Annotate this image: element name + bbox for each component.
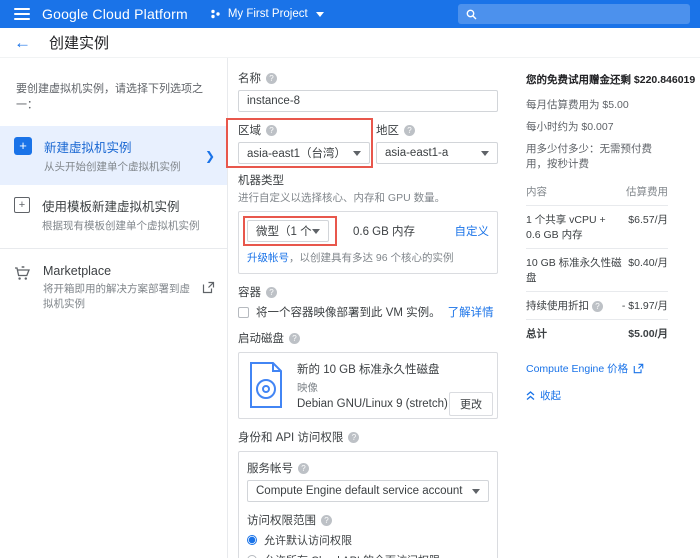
cost-row-disk: 10 GB 标准永久性磁盘 $0.40/月 <box>526 249 668 292</box>
sidebar-item-new-vm[interactable]: + 新建虚拟机实例 从头开始创建单个虚拟机实例 ❯ <box>0 126 227 185</box>
marketplace-cart-icon <box>14 266 31 282</box>
zone-label: 地区? <box>376 122 498 138</box>
chevron-down-icon <box>353 151 361 156</box>
machine-type-label: 机器类型 <box>238 172 498 188</box>
chevron-right-icon: ❯ <box>205 149 215 163</box>
machine-type-select[interactable]: 微型（1 个共享 ... <box>247 220 329 242</box>
payg-note: 用多少付多少：无需预付费用，按秒计费 <box>526 141 668 171</box>
open-in-new-icon <box>202 281 215 294</box>
hourly-estimate: 每小时约为 $0.007 <box>526 119 668 134</box>
sidebar-item-subtitle: 从头开始创建单个虚拟机实例 <box>44 159 193 174</box>
cost-table: 内容 估算费用 1 个共享 vCPU + 0.6 GB 内存 $6.57/月 1… <box>526 178 668 347</box>
chevron-down-icon <box>481 151 489 156</box>
help-icon[interactable]: ? <box>592 301 603 312</box>
help-icon[interactable]: ? <box>266 125 277 136</box>
project-selector[interactable]: My First Project <box>210 8 324 20</box>
help-icon[interactable]: ? <box>266 73 277 84</box>
compute-engine-pricing-link[interactable]: Compute Engine 价格 <box>526 361 628 376</box>
cost-row-vcpu: 1 个共享 vCPU + 0.6 GB 内存 $6.57/月 <box>526 206 668 249</box>
cost-estimate-panel: 您的免费试用赠金还剩 $220.846019 每月估算费用为 $5.00 每小时… <box>510 58 668 558</box>
scope-option-full-access[interactable]: 允许所有 Cloud API 的全面访问权限 <box>247 552 489 558</box>
region-field: 区域? asia-east1（台湾） <box>238 122 370 164</box>
search-input[interactable] <box>458 4 690 24</box>
double-chevron-up-icon <box>526 391 535 401</box>
boot-disk-title: 新的 10 GB 标准永久性磁盘 <box>297 361 448 377</box>
region-select[interactable]: asia-east1（台湾） <box>238 142 370 164</box>
service-account-label: 服务帐号? <box>247 460 489 476</box>
cost-row-discount: 持续使用折扣 ? - $1.97/月 <box>526 292 668 320</box>
top-bar: Google Cloud Platform My First Project <box>0 0 700 28</box>
customize-link[interactable]: 自定义 <box>455 223 490 239</box>
back-arrow-icon[interactable]: ← <box>14 34 31 51</box>
menu-icon[interactable] <box>14 8 30 20</box>
container-checkbox-label: 将一个容器映像部署到此 VM 实例。 <box>256 304 441 320</box>
page-header: ← 创建实例 <box>0 28 700 58</box>
container-label: 容器? <box>238 284 498 300</box>
cost-table-header: 内容 估算费用 <box>526 178 668 206</box>
divider <box>0 248 227 249</box>
boot-disk-card: 新的 10 GB 标准永久性磁盘 映像 Debian GNU/Linux 9 (… <box>238 352 498 419</box>
open-in-new-icon <box>633 363 644 374</box>
help-icon[interactable]: ? <box>289 333 300 344</box>
memory-value: 0.6 GB 内存 <box>353 223 415 239</box>
checkbox-unchecked-icon[interactable] <box>238 307 249 318</box>
template-vm-icon: + <box>14 197 30 213</box>
new-vm-icon: + <box>14 137 32 155</box>
chevron-down-icon <box>316 12 324 17</box>
chevron-down-icon <box>472 489 480 494</box>
chevron-down-icon <box>312 229 320 234</box>
identity-card: 服务帐号? Compute Engine default service acc… <box>238 451 498 558</box>
sidebar-item-subtitle: 根据现有模板创建单个虚拟机实例 <box>42 218 215 233</box>
sidebar-item-marketplace[interactable]: Marketplace 将开箱即用的解决方案部署到虚拟机实例 <box>0 253 227 322</box>
zone-select[interactable]: asia-east1-a <box>376 142 498 164</box>
monthly-estimate: 每月估算费用为 $5.00 <box>526 97 668 112</box>
learn-more-link[interactable]: 了解详情 <box>448 304 494 320</box>
scope-option-default[interactable]: 允许默认访问权限 <box>247 532 489 548</box>
zone-field: 地区? asia-east1-a <box>376 122 498 164</box>
collapse-link-row[interactable]: 收起 <box>526 388 668 403</box>
project-name: My First Project <box>228 8 308 20</box>
create-options-sidebar: 要创建虚拟机实例，请选择下列选项之一： + 新建虚拟机实例 从头开始创建单个虚拟… <box>0 58 228 558</box>
region-label: 区域? <box>238 122 370 138</box>
project-icon <box>210 8 222 20</box>
help-icon[interactable]: ? <box>348 432 359 443</box>
sidebar-item-from-template[interactable]: + 使用模板新建虚拟机实例 根据现有模板创建单个虚拟机实例 <box>0 185 227 244</box>
machine-type-hint: 进行自定义以选择核心、内存和 GPU 数量。 <box>238 190 498 205</box>
radio-selected-icon[interactable] <box>247 535 257 545</box>
machine-type-card: 微型（1 个共享 ... 0.6 GB 内存 自定义 升级帐号，以创建具有多达 … <box>238 211 498 274</box>
machine-type-field: 微型（1 个共享 ... <box>247 220 329 242</box>
image-name: Debian GNU/Linux 9 (stretch) <box>297 398 448 410</box>
name-label: 名称? <box>238 70 498 86</box>
identity-api-label: 身份和 API 访问权限? <box>238 429 498 445</box>
boot-disk-label: 启动磁盘? <box>238 330 498 346</box>
sidebar-item-title: 新建虚拟机实例 <box>44 137 193 156</box>
upgrade-note: 升级帐号，以创建具有多达 96 个核心的实例 <box>247 250 489 265</box>
sidebar-item-title: Marketplace <box>43 264 190 278</box>
sidebar-item-title: 使用模板新建虚拟机实例 <box>42 196 215 215</box>
container-checkbox-row[interactable]: 将一个容器映像部署到此 VM 实例。 了解详情 <box>238 304 498 320</box>
help-icon[interactable]: ? <box>321 515 332 526</box>
image-label: 映像 <box>297 380 448 395</box>
free-trial-credit: 您的免费试用赠金还剩 $220.846019 <box>526 72 668 87</box>
help-icon[interactable]: ? <box>298 463 309 474</box>
create-instance-form: 名称? instance-8 区域? asia-east1（台湾） 地区? as… <box>228 58 510 558</box>
pricing-link-row[interactable]: Compute Engine 价格 <box>526 361 668 376</box>
access-scopes-label: 访问权限范围? <box>247 512 489 528</box>
collapse-link[interactable]: 收起 <box>540 388 561 403</box>
sidebar-item-subtitle: 将开箱即用的解决方案部署到虚拟机实例 <box>43 281 190 311</box>
change-boot-disk-button[interactable]: 更改 <box>449 392 493 416</box>
brand-logo[interactable]: Google Cloud Platform <box>42 6 188 22</box>
cost-row-total: 总计 $5.00/月 <box>526 320 668 348</box>
help-icon[interactable]: ? <box>266 287 277 298</box>
page-title: 创建实例 <box>49 32 109 53</box>
help-icon[interactable]: ? <box>404 125 415 136</box>
upgrade-account-link[interactable]: 升级帐号 <box>247 252 289 264</box>
disk-icon <box>247 361 285 409</box>
instance-name-input[interactable]: instance-8 <box>238 90 498 112</box>
search-icon <box>466 9 477 20</box>
sidebar-intro: 要创建虚拟机实例，请选择下列选项之一： <box>0 72 227 126</box>
service-account-select[interactable]: Compute Engine default service account <box>247 480 489 502</box>
